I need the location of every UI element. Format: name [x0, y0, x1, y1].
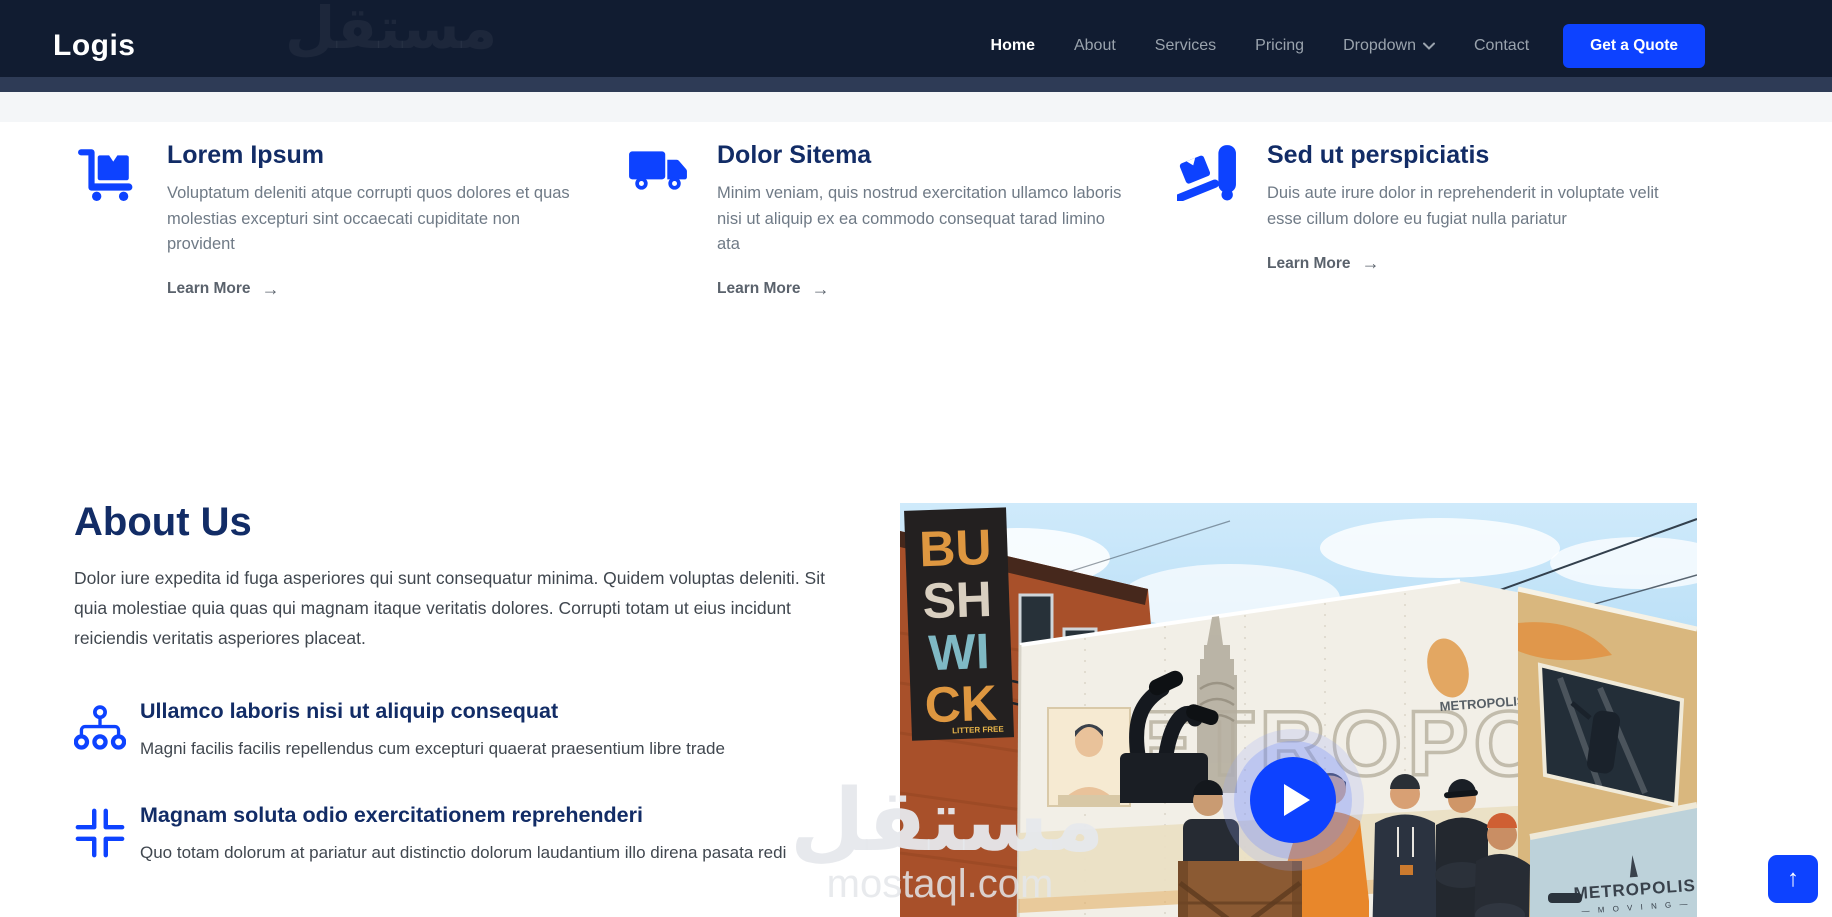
about-feature-content: Ullamco laboris nisi ut aliquip consequa… — [140, 699, 822, 762]
feature-card-text: Duis aute irure dolor in reprehenderit i… — [1267, 184, 1659, 228]
learn-more-label: Learn More — [1267, 254, 1351, 272]
get-a-quote-button[interactable]: Get a Quote — [1563, 23, 1705, 68]
feature-card-lorem-ipsum: Lorem Ipsum Voluptatum deleniti atque co… — [77, 140, 570, 300]
diagram-icon — [73, 699, 140, 762]
chevron-down-icon — [1423, 37, 1435, 55]
dropdown-label: Dropdown — [1343, 36, 1416, 54]
wooden-crate — [1178, 861, 1302, 917]
about-feature-content: Magnam soluta odio exercitationem repreh… — [140, 803, 822, 866]
svg-text:BU: BU — [918, 519, 992, 577]
feature-card-title: Dolor Sitema — [717, 141, 872, 169]
feature-card-content: Lorem Ipsum Voluptatum deleniti atque co… — [167, 140, 575, 300]
cart-flatbed-icon — [77, 140, 167, 300]
logo[interactable]: Logis — [53, 29, 136, 63]
about-feature-ullamco: Ullamco laboris nisi ut aliquip consequa… — [73, 699, 822, 762]
truck-ramp-box-icon — [1174, 140, 1267, 274]
learn-more-label: Learn More — [717, 280, 801, 297]
arrow-right-icon: → — [1361, 253, 1380, 273]
feature-card-sed-ut: Sed ut perspiciatis Duis aute irure dolo… — [1174, 140, 1659, 274]
about-feature-text: Quo totam dolorum at pariatur aut distin… — [140, 842, 787, 862]
svg-text:WI: WI — [928, 623, 991, 681]
nav-item-pricing[interactable]: Pricing — [1255, 37, 1304, 55]
svg-text:LITTER FREE: LITTER FREE — [952, 725, 1005, 736]
bushwick-poster: BU SH WI CK LITTER FREE — [904, 507, 1015, 741]
learn-more-link[interactable]: Learn More → — [1267, 253, 1380, 274]
nav-item-about[interactable]: About — [1074, 37, 1116, 55]
about-feature-title: Magnam soluta odio exercitationem repreh… — [140, 803, 643, 827]
command-corners-icon — [74, 803, 140, 866]
feature-card-text: Minim veniam, quis nostrud exercitation … — [717, 184, 1122, 253]
nav-item-services[interactable]: Services — [1155, 37, 1216, 55]
feature-card-text: Voluptatum deleniti atque corrupti quos … — [167, 184, 570, 253]
about-feature-title: Ullamco laboris nisi ut aliquip consequa… — [140, 699, 559, 723]
about-paragraph: Dolor iure expedita id fuga asperiores q… — [74, 568, 825, 648]
about-video-thumbnail[interactable]: BU SH WI CK LITTER FREE METROPOLIS METRO… — [900, 503, 1697, 917]
header-bottom-strip — [0, 77, 1832, 92]
truck-icon — [627, 140, 717, 300]
video-play-button[interactable] — [1234, 741, 1352, 859]
svg-text:SH: SH — [922, 571, 993, 629]
nav-item-contact[interactable]: Contact — [1474, 37, 1529, 55]
feature-card-dolor-sitema: Dolor Sitema Minim veniam, quis nostrud … — [627, 140, 1121, 300]
navbar: Logis Home About Services Pricing Dropdo… — [0, 0, 1832, 77]
nav-item-dropdown[interactable]: Dropdown — [1343, 37, 1435, 55]
arrow-right-icon: → — [261, 278, 280, 299]
feature-card-content: Dolor Sitema Minim veniam, quis nostrud … — [717, 140, 1125, 300]
learn-more-link[interactable]: Learn More → — [167, 279, 280, 300]
about-feature-magnam: Magnam soluta odio exercitationem repreh… — [74, 803, 822, 866]
feature-card-title: Sed ut perspiciatis — [1267, 141, 1490, 169]
play-icon — [1250, 757, 1336, 843]
feature-card-title: Lorem Ipsum — [167, 141, 324, 169]
about-section-title: About Us — [74, 500, 252, 544]
scroll-to-top-button[interactable]: ↑ — [1768, 855, 1818, 903]
about-feature-text: Magni facilis facilis repellendus cum ex… — [140, 738, 725, 758]
learn-more-link[interactable]: Learn More → — [717, 279, 830, 300]
hero-bottom-band — [0, 92, 1832, 122]
main-nav: Home About Services Pricing Dropdown Con… — [991, 37, 1530, 55]
arrow-right-icon: → — [811, 278, 830, 299]
learn-more-label: Learn More — [167, 280, 251, 297]
nav-item-home[interactable]: Home — [991, 37, 1035, 55]
arrow-up-icon: ↑ — [1787, 865, 1799, 892]
feature-card-content: Sed ut perspiciatis Duis aute irure dolo… — [1267, 140, 1675, 274]
logis-landing-page: Logis Home About Services Pricing Dropdo… — [0, 0, 1832, 917]
